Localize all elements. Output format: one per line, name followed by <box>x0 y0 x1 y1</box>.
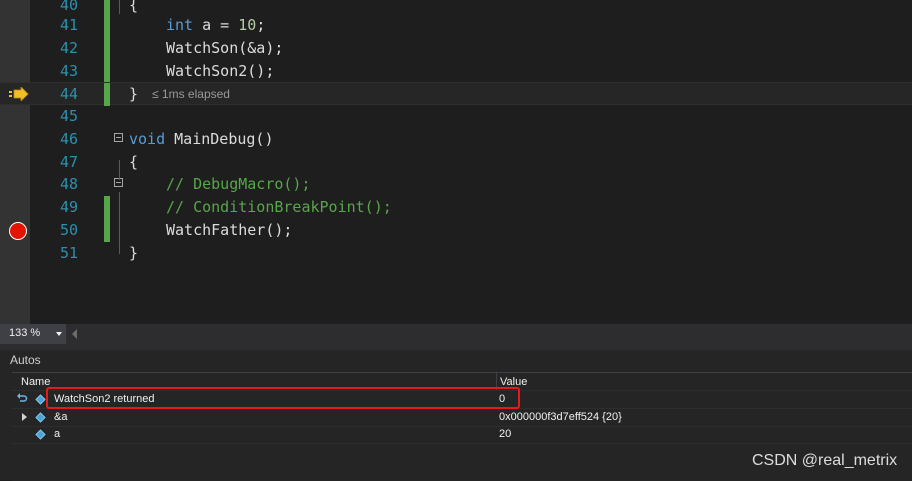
line-number: 41 <box>59 16 78 34</box>
code-editor[interactable]: 40 { 41 int a = 10; 42 WatchSon(&a); 43 … <box>0 0 912 324</box>
autos-row[interactable]: &a 0x000000f3d7eff524 {20} <box>12 409 912 427</box>
scroll-left-icon[interactable] <box>72 329 77 339</box>
variable-icon <box>35 429 46 440</box>
highlight-box <box>46 387 520 409</box>
change-marker <box>104 196 110 219</box>
line-number: 48 <box>59 175 78 193</box>
code-line-51[interactable]: 51 } <box>0 242 912 265</box>
code-text[interactable]: int a = 10; <box>166 14 265 37</box>
return-value-icon <box>17 393 28 402</box>
variable-name[interactable]: &a <box>54 411 67 423</box>
autos-row[interactable]: a 20 <box>12 426 912 444</box>
perf-tip-elapsed[interactable]: ≤ 1ms elapsed <box>152 87 230 102</box>
change-marker <box>104 83 110 106</box>
code-line-43[interactable]: 43 WatchSon2(); <box>0 60 912 83</box>
change-marker <box>104 37 110 60</box>
code-comment[interactable]: // ConditionBreakPoint(); <box>166 196 392 219</box>
code-text[interactable]: void MainDebug() <box>129 128 274 151</box>
code-line-49[interactable]: 49 // ConditionBreakPoint(); <box>0 196 912 219</box>
code-line-47[interactable]: 47 { <box>0 151 912 174</box>
expand-icon[interactable] <box>22 413 27 421</box>
code-line-45[interactable]: 45 <box>0 105 912 128</box>
line-number: 45 <box>59 107 78 125</box>
code-text[interactable]: } <box>129 242 138 265</box>
zoom-dropdown[interactable]: 133 % <box>0 324 66 344</box>
variable-name[interactable]: a <box>54 428 60 440</box>
code-line-44-current[interactable]: 44 } ≤ 1ms elapsed <box>0 82 912 106</box>
change-marker <box>104 219 110 242</box>
line-number: 49 <box>59 198 78 216</box>
watermark: CSDN @real_metrix <box>752 452 898 469</box>
code-text[interactable]: { <box>129 151 138 174</box>
code-line-41[interactable]: 41 int a = 10; <box>0 14 912 37</box>
line-number: 47 <box>59 153 78 171</box>
code-text[interactable]: WatchSon(&a); <box>166 37 283 60</box>
instruction-pointer-icon[interactable] <box>9 87 29 101</box>
structure-guide <box>119 160 120 180</box>
change-marker <box>104 14 110 37</box>
code-line-50[interactable]: 50 WatchFather(); <box>0 219 912 242</box>
line-number: 42 <box>59 39 78 57</box>
change-marker <box>104 60 110 83</box>
structure-guide <box>119 0 120 14</box>
code-text[interactable]: WatchFather(); <box>166 219 292 242</box>
column-header-name[interactable]: Name <box>21 376 50 388</box>
collapse-icon[interactable] <box>114 133 123 142</box>
zoom-level: 133 % <box>9 327 41 339</box>
line-number: 46 <box>59 130 78 148</box>
breakpoint-icon[interactable] <box>9 222 27 240</box>
line-number: 50 <box>59 221 78 239</box>
code-text[interactable]: WatchSon2(); <box>166 60 274 83</box>
code-comment[interactable]: // DebugMacro(); <box>166 173 311 196</box>
code-line-42[interactable]: 42 WatchSon(&a); <box>0 37 912 60</box>
code-line-46[interactable]: 46 void MainDebug() <box>0 128 912 151</box>
editor-status-bar: 133 % <box>0 324 912 344</box>
autos-title: Autos <box>10 353 41 367</box>
variable-value[interactable]: 20 <box>499 428 511 440</box>
chevron-down-icon <box>56 332 62 336</box>
variable-value[interactable]: 0x000000f3d7eff524 {20} <box>499 411 622 423</box>
line-number: 44 <box>59 85 78 103</box>
structure-guide <box>119 192 120 254</box>
line-number: 51 <box>59 244 78 262</box>
variable-icon <box>35 394 46 405</box>
variable-icon <box>35 412 46 423</box>
line-number: 43 <box>59 62 78 80</box>
code-text[interactable]: } <box>129 83 138 106</box>
code-line-48[interactable]: 48 // DebugMacro(); <box>0 173 912 196</box>
